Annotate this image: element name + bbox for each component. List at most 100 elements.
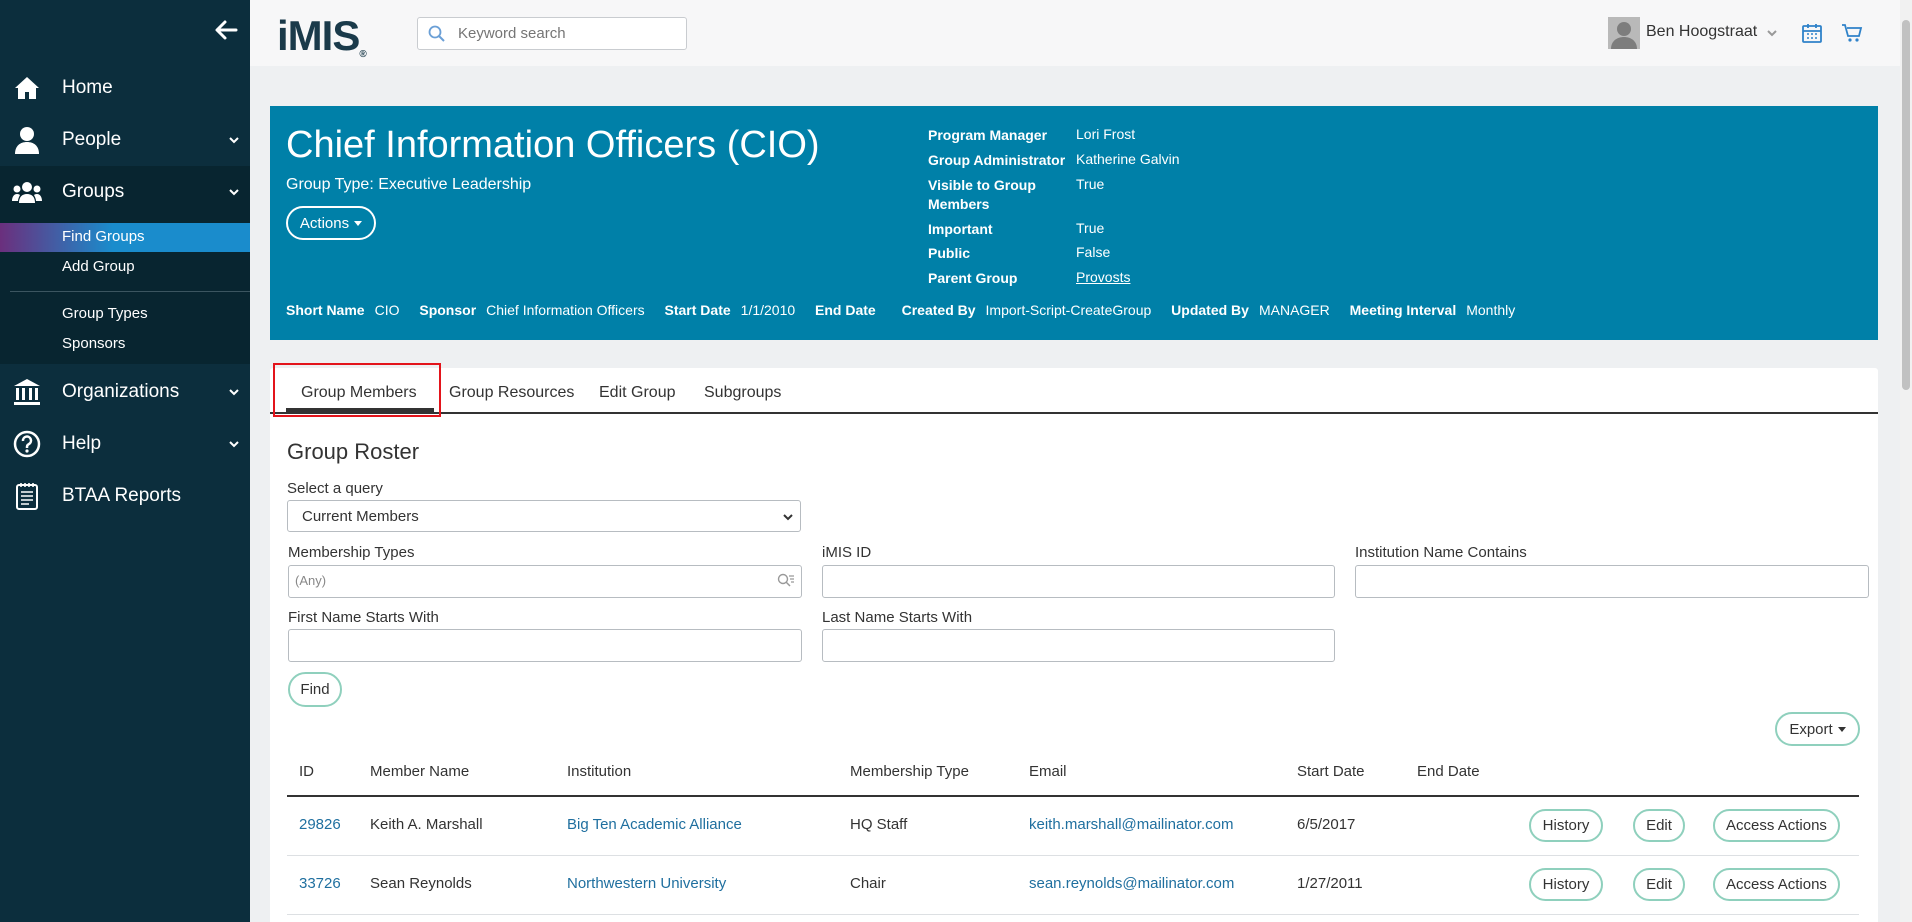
- roster-title: Group Roster: [287, 439, 420, 464]
- page-title: Chief Information Officers (CIO): [286, 124, 820, 166]
- imis-logo[interactable]: iMIS®: [277, 12, 367, 60]
- sidebar-item-label: Groups: [62, 181, 125, 202]
- export-label: Export: [1789, 720, 1833, 738]
- tab-group-resources[interactable]: Group Resources: [449, 384, 574, 402]
- history-button[interactable]: History: [1529, 809, 1603, 842]
- calendar-icon[interactable]: [1801, 22, 1823, 44]
- query-label: Select a query: [287, 480, 383, 497]
- sidebar-item-groups[interactable]: Groups: [0, 166, 250, 218]
- highlight-box: [273, 363, 441, 417]
- column-header-institution[interactable]: Institution: [567, 763, 631, 780]
- meta-label: Created By: [901, 302, 976, 318]
- sidebar-item-help[interactable]: Help: [0, 418, 250, 470]
- search-box: [417, 17, 687, 50]
- actions-label: Actions: [299, 214, 350, 232]
- avatar[interactable]: [1608, 17, 1640, 49]
- sidebar-item-people[interactable]: People: [0, 114, 250, 166]
- sidebar-item-label: BTAA Reports: [62, 485, 181, 506]
- groups-icon: [12, 177, 42, 207]
- scrollbar-thumb[interactable]: [1902, 20, 1910, 390]
- tab-edit-group[interactable]: Edit Group: [599, 384, 675, 402]
- column-header-id[interactable]: ID: [299, 763, 314, 780]
- query-select[interactable]: Current Members: [287, 500, 801, 532]
- prop-label: Group Administrator: [928, 152, 1066, 168]
- last-name-input[interactable]: [822, 629, 1335, 662]
- institution-input[interactable]: [1355, 565, 1869, 598]
- search-icon: [428, 25, 445, 42]
- institution-link[interactable]: Northwestern University: [567, 875, 726, 892]
- institution-link[interactable]: Big Ten Academic Alliance: [567, 816, 742, 833]
- membership-types-label: Membership Types: [288, 544, 415, 561]
- prop-label: Important: [928, 221, 993, 237]
- imis-id-input[interactable]: [822, 565, 1335, 598]
- sidebar-sub-group-types[interactable]: Group Types: [62, 305, 148, 322]
- column-header-end-date[interactable]: End Date: [1417, 763, 1480, 780]
- access-actions-button[interactable]: Access Actions: [1713, 868, 1840, 901]
- export-button[interactable]: Export: [1775, 712, 1860, 746]
- group-type: Group Type: Executive Leadership: [286, 176, 532, 193]
- user-name[interactable]: Ben Hoogstraat: [1646, 23, 1757, 41]
- sidebar-item-label: Help: [62, 433, 102, 454]
- tab-subgroups[interactable]: Subgroups: [704, 384, 781, 402]
- membership-type: Chair: [850, 875, 886, 892]
- actions-button[interactable]: Actions: [286, 206, 376, 240]
- meta-value: 1/1/2010: [740, 302, 796, 318]
- access-actions-button[interactable]: Access Actions: [1713, 809, 1840, 842]
- arrow-left-icon[interactable]: [212, 16, 240, 44]
- table-header-divider: [287, 795, 1859, 797]
- sidebar-sub-find-groups[interactable]: Find Groups: [62, 228, 145, 245]
- sidebar-item-home[interactable]: Home: [0, 62, 250, 114]
- logo-text: iMIS: [277, 12, 360, 59]
- sidebar-item-organizations[interactable]: Organizations: [0, 366, 250, 418]
- column-header-member-name[interactable]: Member Name: [370, 763, 469, 780]
- last-name-label: Last Name Starts With: [822, 609, 973, 626]
- membership-types-field[interactable]: (Any): [288, 565, 802, 598]
- edit-button[interactable]: Edit: [1633, 809, 1685, 842]
- prop-value: True: [1076, 220, 1105, 236]
- history-button[interactable]: History: [1529, 868, 1603, 901]
- meta-value: Chief Information Officers: [486, 302, 645, 318]
- chevron-down-icon: [229, 189, 239, 196]
- column-header-email[interactable]: Email: [1029, 763, 1067, 780]
- email-link[interactable]: keith.marshall@mailinator.com: [1029, 816, 1233, 833]
- meta-label: Sponsor: [419, 302, 477, 318]
- meta-label: End Date: [815, 302, 876, 318]
- building-icon: [12, 377, 42, 407]
- sidebar-sub-sponsors[interactable]: Sponsors: [62, 335, 125, 352]
- email-link[interactable]: sean.reynolds@mailinator.com: [1029, 875, 1234, 892]
- first-name-label: First Name Starts With: [288, 609, 439, 626]
- search-input[interactable]: [458, 25, 678, 42]
- tab-bar: Group Members Group Resources Edit Group…: [270, 368, 1878, 414]
- member-name: Sean Reynolds: [370, 875, 472, 892]
- sidebar-divider: [10, 291, 250, 292]
- column-header-start-date[interactable]: Start Date: [1297, 763, 1365, 780]
- imis-id-label: iMIS ID: [822, 544, 872, 561]
- group-header-band: Chief Information Officers (CIO) Group T…: [270, 106, 1878, 340]
- sidebar-item-btaa-reports[interactable]: BTAA Reports: [0, 470, 250, 522]
- caret-down-icon: [1837, 726, 1846, 732]
- report-icon: [12, 481, 42, 511]
- cart-icon[interactable]: [1841, 22, 1863, 44]
- member-name: Keith A. Marshall: [370, 816, 483, 833]
- sidebar-item-label: People: [62, 129, 122, 150]
- edit-button[interactable]: Edit: [1633, 868, 1685, 901]
- sidebar-item-label: Organizations: [62, 381, 180, 402]
- member-id-link[interactable]: 29826: [299, 816, 341, 833]
- group-meta-row: Short Name CIO Sponsor Chief Information O…: [286, 302, 1531, 318]
- prop-label: Parent Group: [928, 270, 1018, 286]
- institution-label: Institution Name Contains: [1355, 544, 1527, 561]
- first-name-input[interactable]: [288, 629, 802, 662]
- chevron-down-icon: [783, 514, 793, 521]
- sidebar-sub-add-group[interactable]: Add Group: [62, 258, 135, 275]
- sidebar-item-label: Home: [62, 77, 113, 98]
- query-selected-value: Current Members: [302, 507, 419, 525]
- search-list-icon[interactable]: [777, 573, 795, 589]
- find-button[interactable]: Find: [288, 672, 342, 707]
- prop-label: Program Manager: [928, 127, 1048, 143]
- parent-group-link[interactable]: Provosts: [1076, 269, 1130, 285]
- chevron-down-icon[interactable]: [1766, 28, 1778, 38]
- member-id-link[interactable]: 33726: [299, 875, 341, 892]
- meta-value: Monthly: [1466, 302, 1516, 318]
- column-header-membership-type[interactable]: Membership Type: [850, 763, 969, 780]
- chevron-down-icon: [229, 441, 239, 448]
